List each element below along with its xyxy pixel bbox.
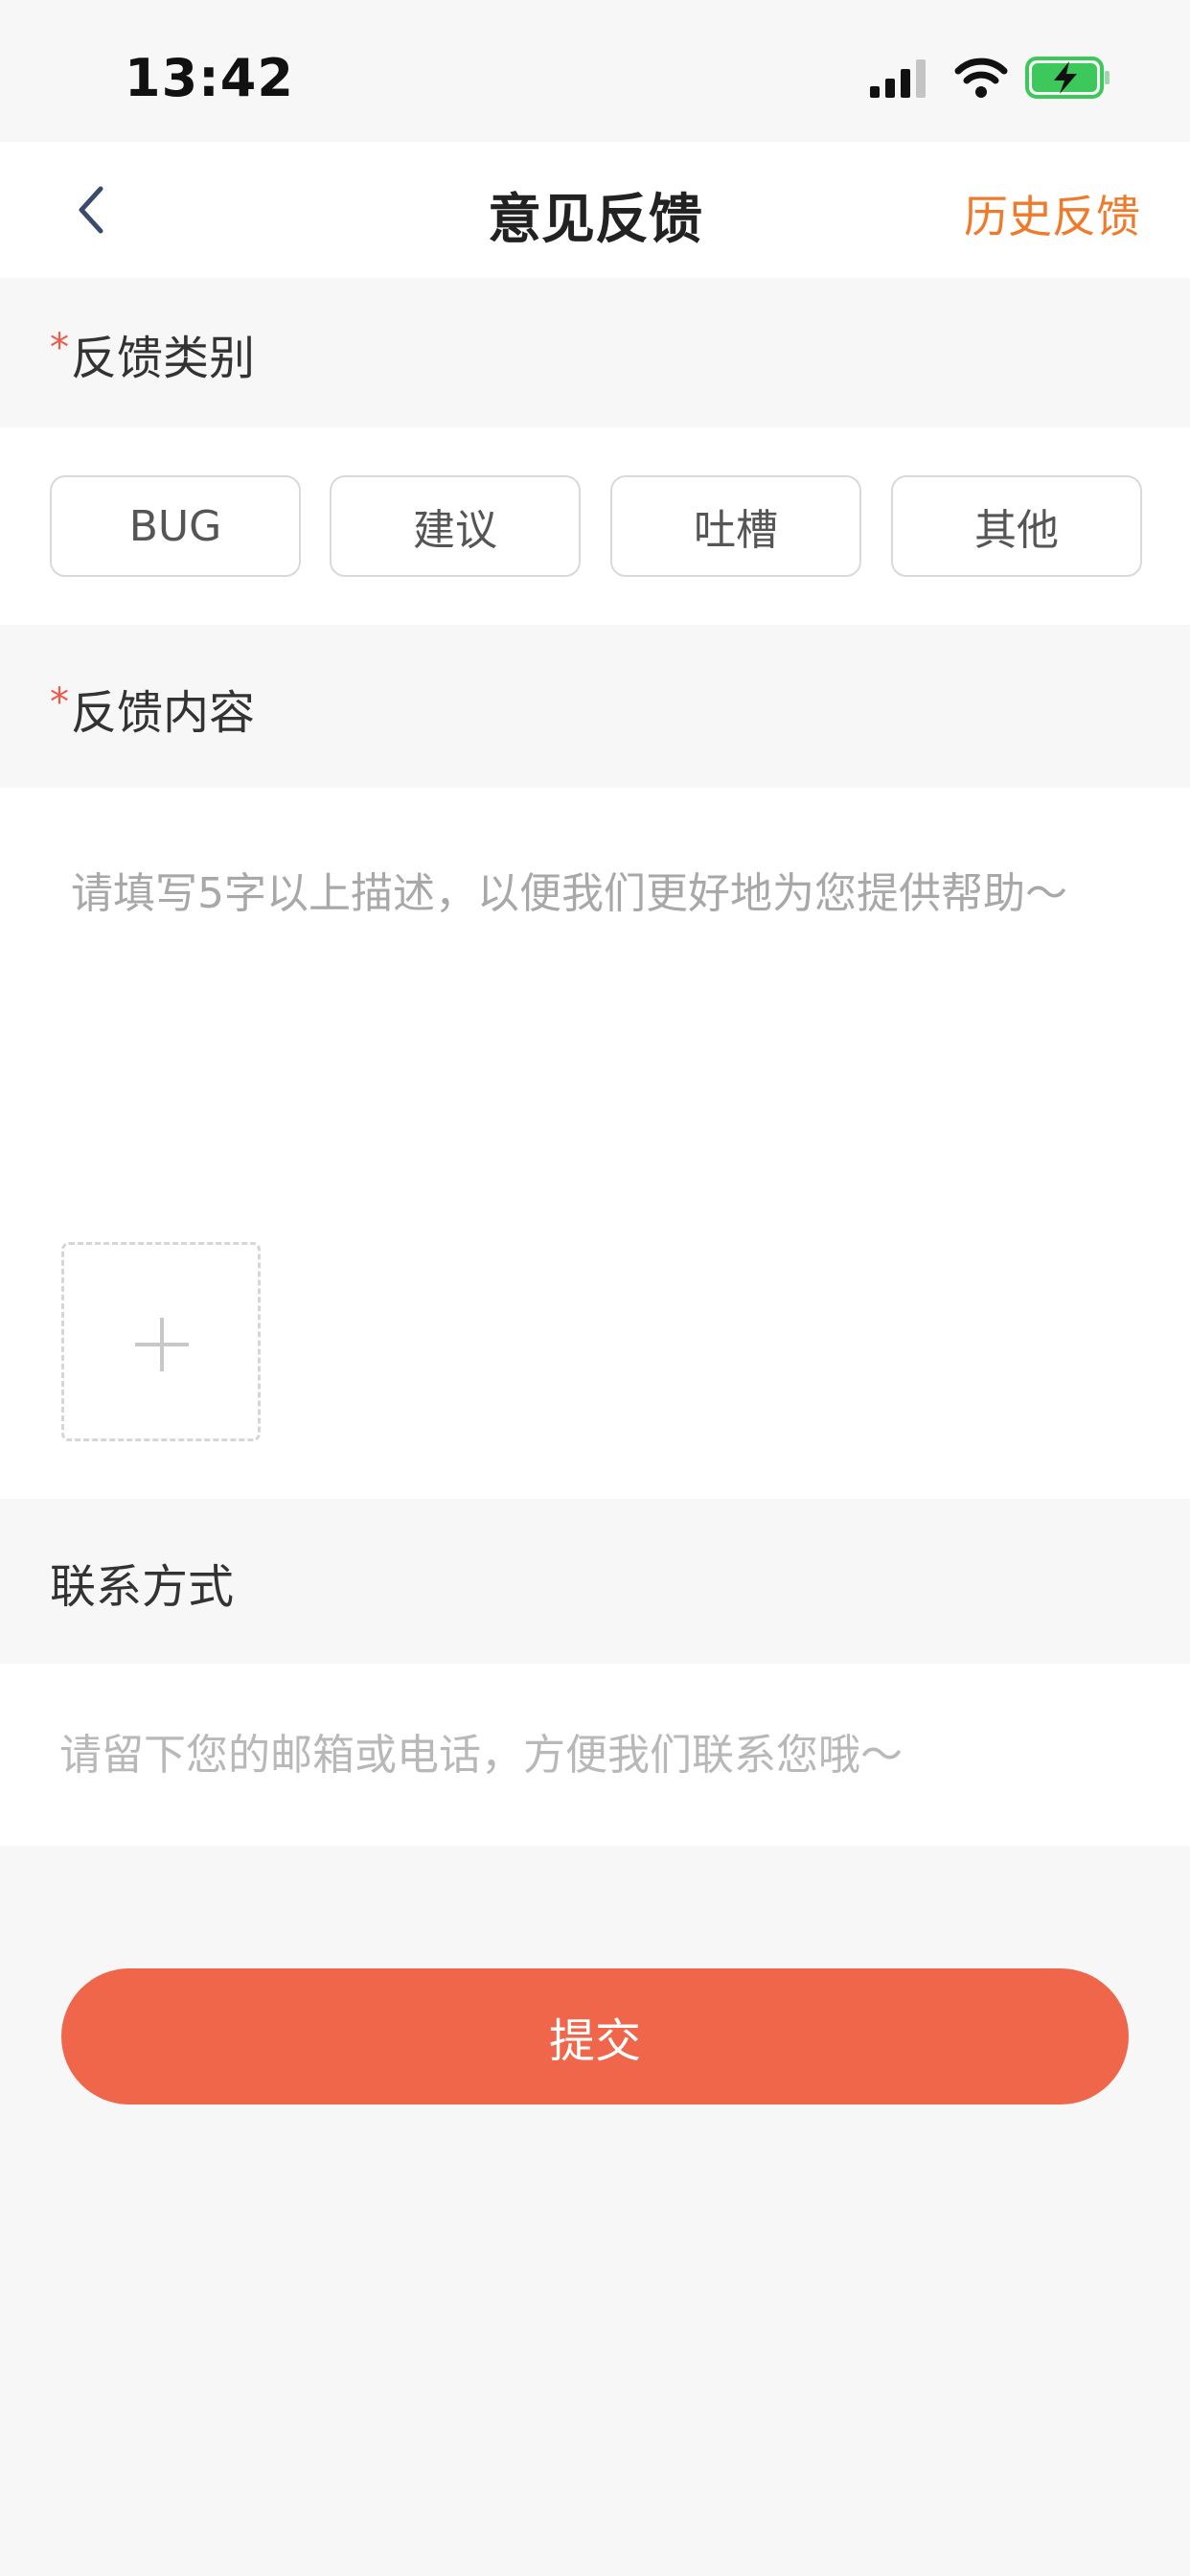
category-option-bug[interactable]: BUG bbox=[50, 475, 301, 577]
contact-input[interactable] bbox=[59, 1712, 1133, 1798]
signal-icon bbox=[870, 59, 926, 98]
category-label: *反馈类别 bbox=[50, 320, 255, 387]
wifi-icon bbox=[954, 58, 1008, 98]
contact-area bbox=[0, 1664, 1190, 1846]
required-mark: * bbox=[50, 680, 69, 724]
content-label-text: 反馈内容 bbox=[71, 686, 256, 740]
category-option-complaint[interactable]: 吐槽 bbox=[610, 475, 861, 577]
feedback-content-input[interactable] bbox=[71, 866, 1125, 1116]
required-mark: * bbox=[50, 326, 69, 370]
submit-button[interactable]: 提交 bbox=[61, 1968, 1129, 2104]
status-bar: 13:42 bbox=[0, 0, 1190, 142]
content-label: *反馈内容 bbox=[50, 675, 255, 742]
category-section-header: *反馈类别 bbox=[0, 278, 1190, 427]
contact-section-header: 联系方式 bbox=[0, 1499, 1190, 1664]
content-section-header: *反馈内容 bbox=[0, 625, 1190, 788]
content-area bbox=[0, 788, 1190, 1499]
nav-bar: 意见反馈 历史反馈 bbox=[0, 142, 1190, 278]
history-feedback-link[interactable]: 历史反馈 bbox=[964, 182, 1140, 245]
contact-label: 联系方式 bbox=[50, 1560, 235, 1614]
add-image-button[interactable] bbox=[61, 1242, 261, 1441]
category-option-other[interactable]: 其他 bbox=[891, 475, 1142, 577]
category-options: BUG 建议 吐槽 其他 bbox=[0, 427, 1190, 625]
status-time: 13:42 bbox=[125, 48, 294, 108]
battery-charging-icon bbox=[1025, 57, 1110, 99]
category-option-suggestion[interactable]: 建议 bbox=[330, 475, 581, 577]
category-label-text: 反馈类别 bbox=[71, 332, 256, 385]
